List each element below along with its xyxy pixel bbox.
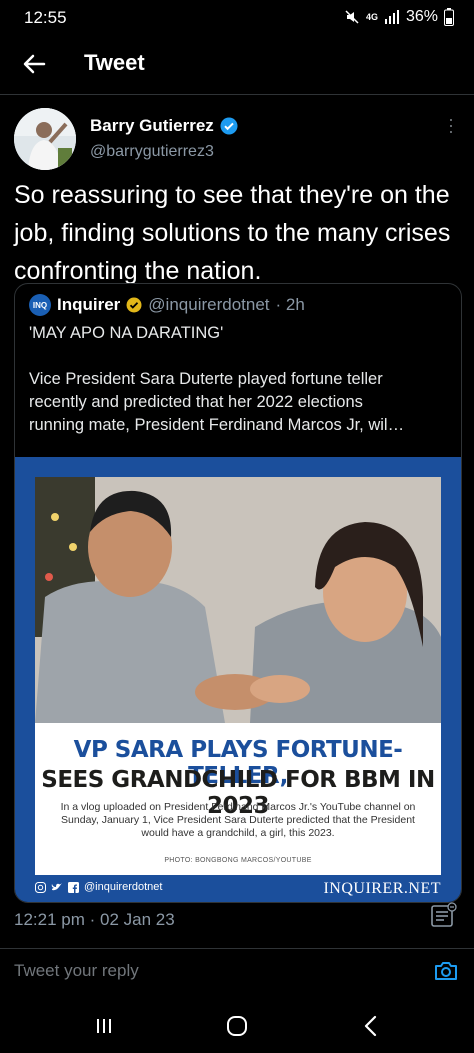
verified-badge-icon — [220, 117, 238, 135]
twitter-icon — [51, 882, 62, 890]
quoted-line: Vice President Sara Duterte played fortu… — [29, 370, 383, 388]
quoted-header: INQ Inquirer @inquirerdotnet · 2h — [29, 294, 305, 316]
card-social-handle: @inquirerdotnet — [84, 881, 163, 893]
quoted-age: · 2h — [275, 295, 305, 314]
facebook-icon — [68, 881, 79, 893]
quoted-tweet[interactable]: INQ Inquirer @inquirerdotnet · 2h 'MAY A… — [14, 283, 462, 903]
top-bar: Tweet — [0, 36, 474, 95]
battery-icon — [444, 8, 454, 26]
news-card-image[interactable]: VP SARA PLAYS FORTUNE-TELLER, SEES GRAND… — [15, 457, 461, 902]
card-footer: @inquirerdotnet INQUIRER.NET — [35, 879, 441, 899]
tweet-text: So reassuring to see that they're on the… — [14, 181, 451, 285]
reply-input[interactable]: Tweet your reply — [14, 961, 139, 981]
mute-icon — [345, 10, 359, 24]
card-subtext: In a vlog uploaded on President Ferdinan… — [60, 801, 416, 839]
tweet-timestamp: 12:21 pm · 02 Jan 23 — [14, 910, 175, 929]
instagram-icon — [35, 881, 46, 893]
battery-percent: 36% — [405, 8, 438, 25]
avatar[interactable] — [14, 108, 76, 170]
more-options-icon[interactable]: · · · — [448, 110, 454, 140]
verified-gold-badge-icon — [126, 297, 142, 313]
status-bar: 12:55 4G 36% — [0, 0, 474, 36]
card-headline-box: VP SARA PLAYS FORTUNE-TELLER, SEES GRAND… — [35, 723, 441, 875]
card-photo-credit: PHOTO: BONGBONG MARCOS/YOUTUBE — [164, 857, 312, 864]
quoted-author-handle: @inquirerdotnet — [148, 295, 270, 314]
system-nav-bar — [0, 1000, 474, 1053]
quoted-line: 'MAY APO NA DARATING' — [29, 324, 224, 342]
quoted-line: running mate, President Ferdinand Marcos… — [29, 416, 405, 434]
status-icons: 4G 36% — [344, 8, 454, 26]
signal-icon — [384, 10, 399, 24]
author-name-row[interactable]: Barry Gutierrez — [90, 116, 238, 136]
page-title: Tweet — [84, 50, 145, 75]
analytics-icon[interactable] — [430, 902, 458, 928]
card-photo — [35, 477, 441, 723]
inquirer-logo-icon: INQ — [29, 294, 51, 316]
camera-icon[interactable] — [432, 957, 460, 985]
card-social: @inquirerdotnet — [35, 881, 162, 893]
status-time: 12:55 — [24, 8, 67, 27]
quoted-author-name: Inquirer — [57, 295, 121, 314]
system-back-icon[interactable] — [357, 1012, 385, 1040]
quoted-line: recently and predicted that her 2022 ele… — [29, 393, 363, 411]
home-button-icon[interactable] — [223, 1012, 251, 1040]
author-handle[interactable]: @barrygutierrez3 — [90, 143, 214, 161]
recent-apps-icon[interactable] — [90, 1012, 118, 1040]
quoted-text: 'MAY APO NA DARATING' Vice President Sar… — [29, 322, 449, 437]
reply-bar: Tweet your reply — [0, 948, 474, 995]
back-arrow-icon[interactable] — [20, 50, 48, 78]
card-brand: INQUIRER.NET — [323, 880, 441, 897]
network-type: 4G — [365, 12, 378, 22]
author-name[interactable]: Barry Gutierrez — [90, 116, 214, 136]
